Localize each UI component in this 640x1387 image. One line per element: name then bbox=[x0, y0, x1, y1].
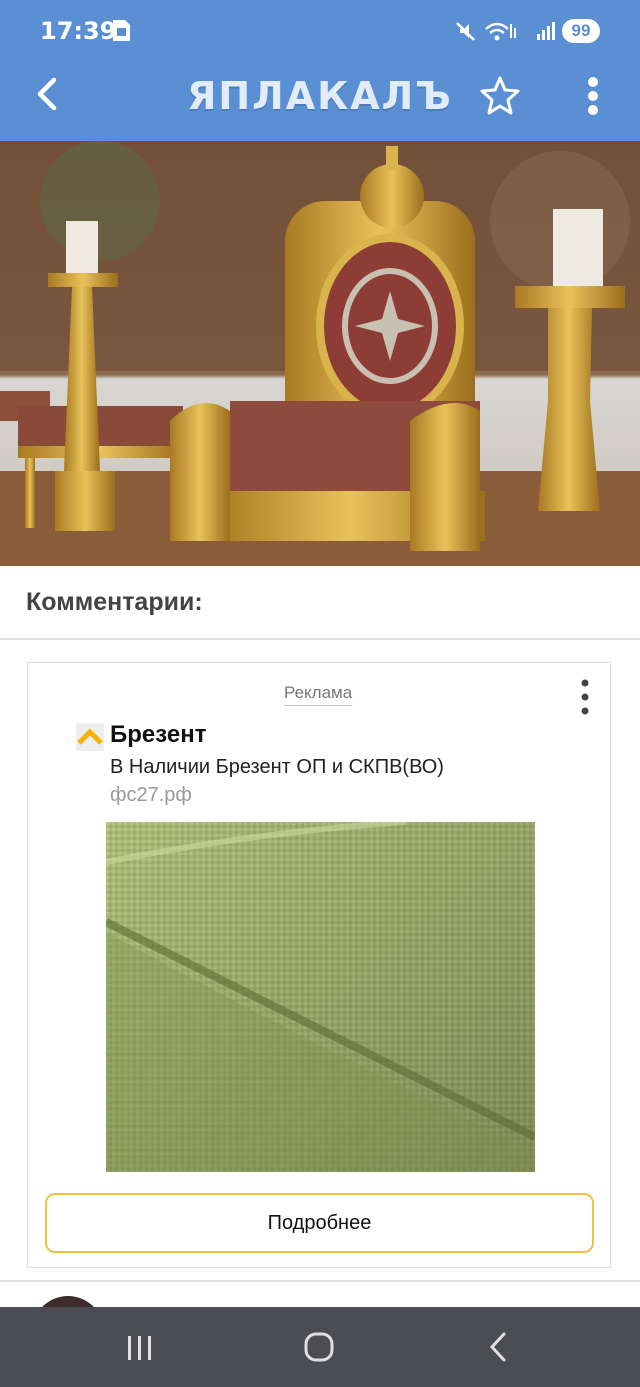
ad-card[interactable]: Реклама Брезент В Наличии Брезент ОП и С… bbox=[27, 662, 611, 1268]
ad-details-button[interactable]: Подробнее bbox=[45, 1193, 594, 1253]
more-vert-icon[interactable] bbox=[578, 74, 608, 118]
sim-card-icon bbox=[113, 20, 130, 41]
back-icon[interactable] bbox=[484, 1329, 512, 1365]
mute-icon bbox=[456, 22, 475, 41]
recents-icon[interactable] bbox=[126, 1329, 154, 1365]
home-icon[interactable] bbox=[303, 1329, 337, 1365]
battery-indicator: 99 bbox=[562, 19, 600, 43]
back-arrow-icon[interactable] bbox=[28, 74, 68, 114]
top-header: 17:39 99 ЯПЛАКАЛЪ bbox=[0, 0, 640, 141]
signal-icon bbox=[537, 22, 555, 40]
ad-description[interactable]: В Наличии Брезент ОП и СКПВ(ВО) bbox=[110, 756, 444, 779]
ad-brand-logo-icon bbox=[76, 723, 104, 751]
ad-options-icon[interactable] bbox=[574, 677, 596, 717]
app-bar: ЯПЛАКАЛЪ bbox=[0, 62, 640, 141]
app-logo[interactable]: ЯПЛАКАЛЪ bbox=[186, 74, 454, 120]
status-time: 17:39 bbox=[40, 17, 117, 45]
ad-domain[interactable]: фс27.рф bbox=[110, 784, 192, 807]
star-outline-icon[interactable] bbox=[478, 74, 522, 118]
comments-heading: Комментарии: bbox=[26, 588, 203, 616]
status-bar: 17:39 99 bbox=[0, 0, 640, 62]
ad-image-tarpaulin[interactable] bbox=[106, 822, 535, 1172]
ad-label: Реклама bbox=[284, 683, 353, 706]
section-divider bbox=[0, 638, 640, 640]
system-nav-bar bbox=[0, 1307, 640, 1387]
ad-title[interactable]: Брезент bbox=[110, 721, 206, 749]
post-image-throne[interactable] bbox=[0, 141, 640, 566]
section-divider-2 bbox=[0, 1280, 640, 1282]
wifi-icon bbox=[485, 22, 516, 41]
